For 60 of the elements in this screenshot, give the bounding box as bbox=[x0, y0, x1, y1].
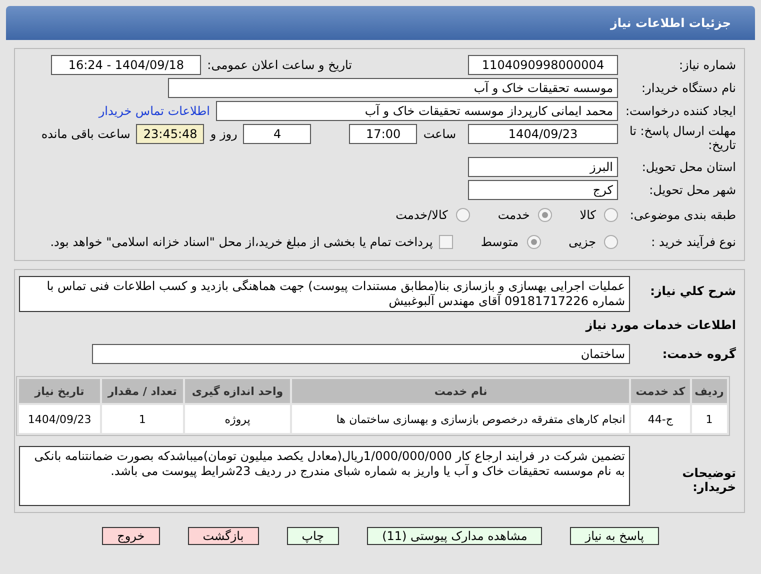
field-label: شهر محل تحویل: bbox=[648, 183, 736, 197]
column-header: واحد اندازه گیری bbox=[184, 379, 290, 403]
column-header: ردیف bbox=[692, 379, 727, 403]
field-label: تاریخ و ساعت اعلان عمومی: bbox=[207, 58, 352, 72]
section-heading: اطلاعات خدمات مورد نیاز bbox=[584, 318, 736, 332]
table-cell: 1 bbox=[692, 405, 727, 433]
buyer-notes-box: تضمین شرکت در فرایند ارجاع کار 1/000/000/000ریال(معادل یکصد میلیون تومان)میباشدکه بصورت ضمانتنامه بانکی به نام موسسه تحقیقات خاک و آب یا واریز به شماره شبای مندرج در ردیف 23شرایط پیوست می باشد. bbox=[19, 446, 630, 506]
radio-button[interactable] bbox=[456, 208, 470, 222]
field-label: گروه خدمت: bbox=[661, 347, 736, 361]
table-cell: 1404/09/23 bbox=[19, 405, 100, 433]
page-title: جزئیات اطلاعات نیاز bbox=[610, 16, 731, 30]
field-label: مهلت ارسال پاسخ: تا تاریخ: bbox=[628, 124, 736, 152]
radio-label: کالا bbox=[580, 208, 596, 222]
field-label: شماره نیاز: bbox=[678, 58, 736, 72]
radio-button[interactable] bbox=[538, 208, 552, 222]
radio-button[interactable] bbox=[604, 208, 618, 222]
action-button[interactable]: پاسخ به نیاز bbox=[570, 527, 659, 545]
radio-label: متوسط bbox=[480, 235, 519, 249]
remaining-time-field: 23:45:48 bbox=[136, 124, 204, 144]
deadline-date-field: 1404/09/23 bbox=[468, 124, 618, 144]
contact-link[interactable]: اطلاعات تماس خریدار bbox=[98, 104, 210, 118]
field-label: طبقه بندی موضوعی: bbox=[628, 208, 736, 222]
buyer-org-field: موسسه تحقیقات خاک و آب bbox=[168, 78, 618, 98]
table-cell: پروژه bbox=[184, 405, 290, 433]
action-button[interactable]: چاپ bbox=[286, 527, 340, 545]
days-label: روز و bbox=[210, 127, 238, 141]
field-label: نام دستگاه خریدار: bbox=[640, 81, 736, 95]
radio-label: کالا/خدمت bbox=[396, 208, 448, 222]
service-group-field: ساختمان bbox=[92, 344, 630, 364]
deadline-time-field: 17:00 bbox=[349, 124, 418, 144]
radio-label: جزیی bbox=[568, 235, 596, 249]
description-box: عملیات اجرایی بهسازی و بازسازی بنا(مطابق مستندات پیوست) جهت هماهنگی بازدید و کسب اطلاعات فنی تماس با شماره 09181717226 آقای مهندس آلبوغبیش bbox=[19, 276, 630, 312]
action-button[interactable]: مشاهده مدارک پیوستی (11) bbox=[367, 527, 542, 545]
checkbox[interactable] bbox=[438, 235, 453, 249]
column-header: کد خدمت bbox=[631, 379, 690, 403]
payment-note: پرداخت تمام یا بخشی از مبلغ خرید،از محل "اسناد خزانه اسلامی" خواهد بود. bbox=[50, 235, 433, 249]
table-cell: انجام کارهای متفرقه درخصوص بازسازی و بهسازی ساختمان ها bbox=[292, 405, 630, 433]
need-number-field: 1104090998000004 bbox=[468, 55, 618, 75]
field-label: توضیحات خریدار: bbox=[681, 466, 736, 494]
column-header: تاریخ نیاز bbox=[19, 379, 100, 403]
radio-button[interactable] bbox=[526, 235, 541, 249]
table-cell: 1 bbox=[102, 405, 183, 433]
remaining-label: ساعت باقی مانده bbox=[41, 127, 130, 141]
field-label: نوع فرآیند خرید : bbox=[650, 235, 736, 249]
days-field: 4 bbox=[243, 124, 312, 144]
column-header: نام خدمت bbox=[292, 379, 630, 403]
field-label: شرح کلي نياز: bbox=[649, 284, 736, 298]
radio-button[interactable] bbox=[604, 235, 618, 249]
time-label: ساعت bbox=[423, 127, 456, 141]
province-field: البرز bbox=[468, 157, 618, 177]
requester-field: محمد ایمانی کارپرداز موسسه تحقیقات خاک و آب bbox=[216, 101, 618, 121]
field-label: استان محل تحویل: bbox=[640, 160, 736, 174]
radio-label: خدمت bbox=[498, 208, 530, 222]
table-cell: ج-44 bbox=[631, 405, 690, 433]
city-field: کرج bbox=[468, 180, 618, 200]
action-button[interactable]: بازگشت bbox=[188, 527, 259, 545]
column-header: تعداد / مقدار bbox=[102, 379, 183, 403]
field-label: ایجاد کننده درخواست: bbox=[624, 104, 736, 118]
action-button[interactable]: خروج bbox=[102, 527, 160, 545]
announce-date-field: 1404/09/18 - 16:24 bbox=[51, 55, 202, 75]
